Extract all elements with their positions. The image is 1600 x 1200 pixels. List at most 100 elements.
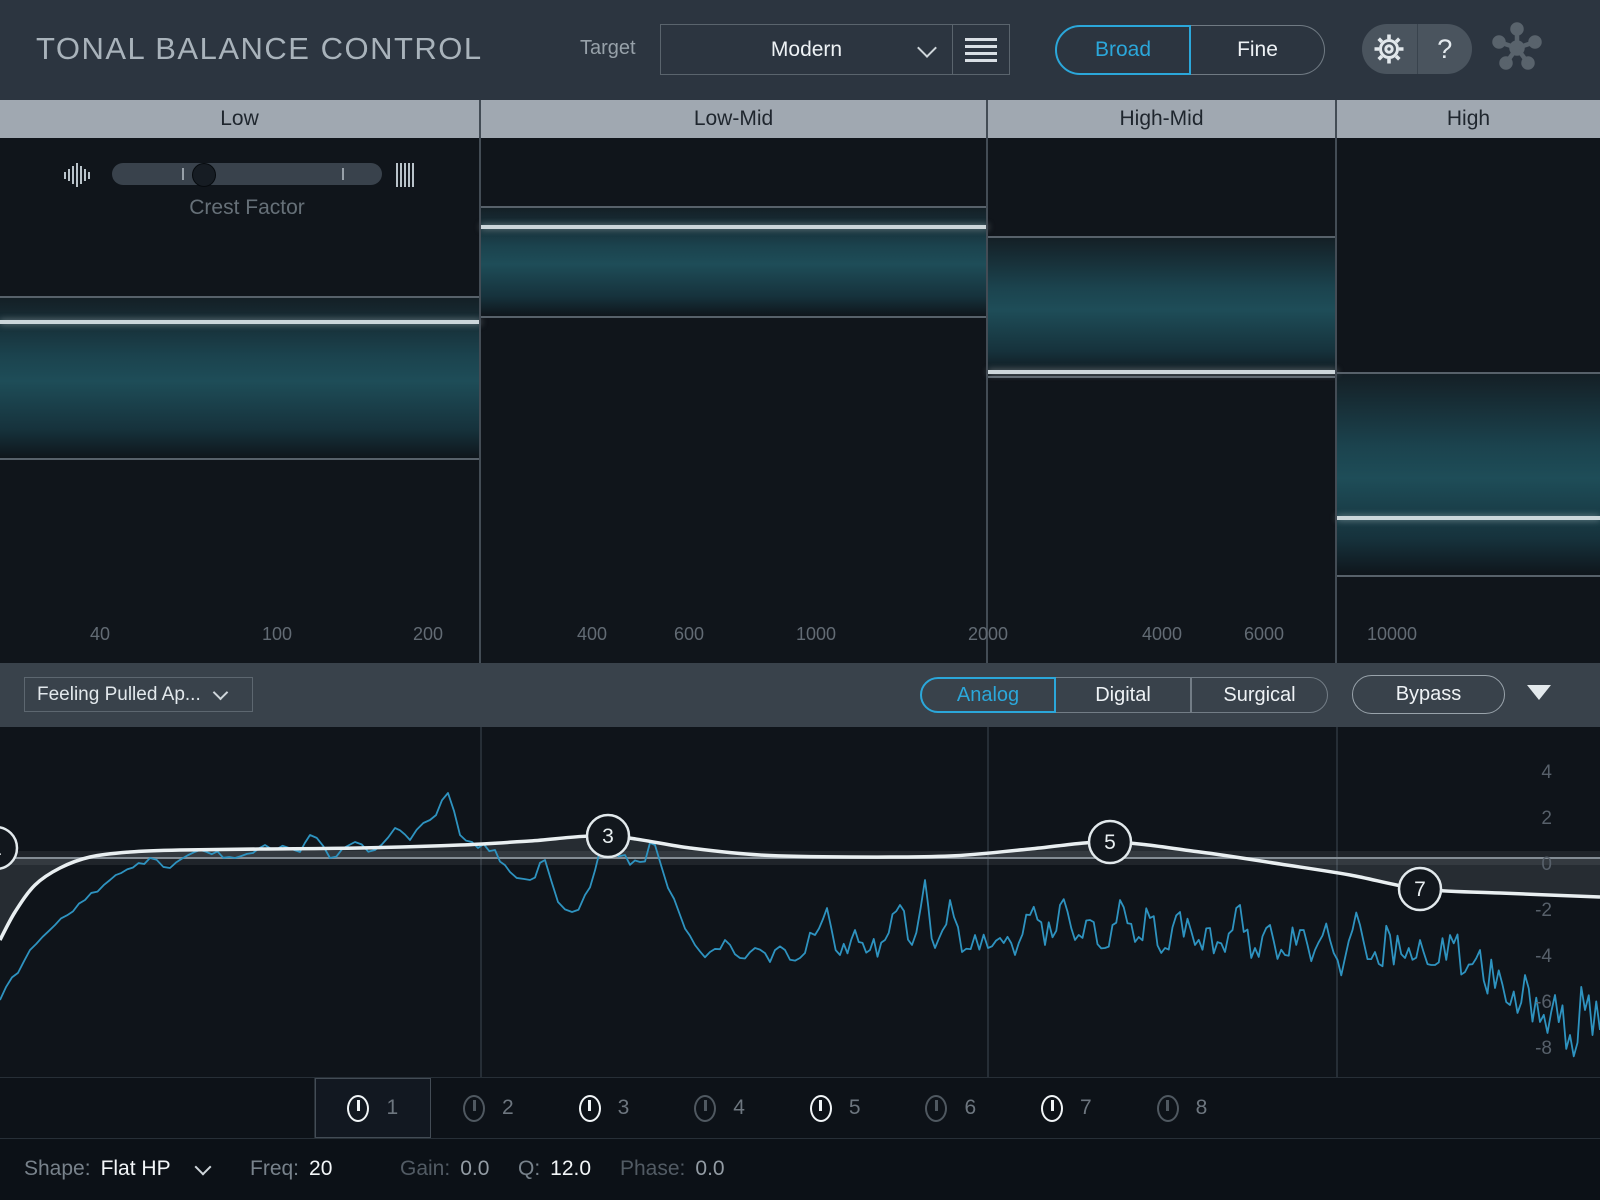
- dense-bars-icon: [396, 162, 414, 188]
- band-number: 8: [1196, 1096, 1208, 1120]
- band-number: 5: [849, 1096, 861, 1120]
- band-number: 3: [618, 1096, 630, 1120]
- db-axis-label: -2: [1535, 900, 1552, 921]
- power-icon[interactable]: [694, 1095, 716, 1122]
- help-button[interactable]: ?: [1418, 24, 1473, 74]
- eq-graph[interactable]: 420-2-4-6-81357: [0, 727, 1600, 1077]
- collapse-panel-icon[interactable]: [1527, 685, 1551, 700]
- crest-factor-label: Crest Factor: [112, 196, 382, 220]
- freq-tick-6000: 6000: [1244, 624, 1284, 645]
- db-axis-label: -8: [1535, 1038, 1552, 1059]
- eq-node-label: 7: [1414, 878, 1426, 901]
- shape-control[interactable]: Shape: Flat HP: [24, 1157, 209, 1181]
- db-axis-label: -6: [1535, 992, 1552, 1013]
- freq-tick-2000: 2000: [968, 624, 1008, 645]
- gain-value: 0.0: [460, 1157, 489, 1181]
- power-icon[interactable]: [1041, 1095, 1063, 1122]
- eq-toolbar: Feeling Pulled Ap... Analog Digital Surg…: [0, 663, 1600, 727]
- band-tab-7[interactable]: 7: [1009, 1078, 1125, 1138]
- chevron-down-icon: [194, 1159, 211, 1176]
- analyzer-trace: [0, 793, 1600, 1056]
- db-axis-label: -4: [1535, 946, 1552, 967]
- power-icon[interactable]: [463, 1095, 485, 1122]
- spectrum-level-low: [0, 320, 481, 324]
- freq-tick-100: 100: [262, 624, 292, 645]
- band-header-low-mid: Low-Mid: [481, 100, 988, 138]
- slider-tick: [182, 168, 184, 180]
- band-tab-2[interactable]: 2: [431, 1078, 547, 1138]
- band-number: 4: [733, 1096, 745, 1120]
- band-tab-1[interactable]: 1: [315, 1078, 431, 1138]
- gain-label: Gain:: [400, 1157, 450, 1181]
- eq-mode-toggle: Analog Digital Surgical: [920, 677, 1328, 713]
- phase-label: Phase:: [620, 1157, 685, 1181]
- power-icon[interactable]: [925, 1095, 947, 1122]
- spectrum-level-low-mid: [481, 225, 988, 229]
- freq-value: 20: [309, 1157, 332, 1181]
- waveform-icon: [64, 162, 90, 188]
- eq-preset-dropdown[interactable]: Feeling Pulled Ap...: [24, 677, 253, 712]
- freq-control[interactable]: Freq: 20: [250, 1157, 332, 1181]
- band-tab-4[interactable]: 4: [662, 1078, 778, 1138]
- gain-control[interactable]: Gain: 0.0: [400, 1157, 489, 1181]
- target-preset-value: Modern: [771, 38, 842, 62]
- eq-node-label: 1: [0, 837, 2, 860]
- freq-label: Freq:: [250, 1157, 299, 1181]
- band-header-high: High: [1337, 100, 1600, 138]
- band-separator: [986, 138, 988, 663]
- power-icon[interactable]: [1157, 1095, 1179, 1122]
- band-header-high-mid: High-Mid: [988, 100, 1337, 138]
- mode-surgical-button[interactable]: Surgical: [1191, 677, 1328, 713]
- freq-tick-600: 600: [674, 624, 704, 645]
- tonal-balance-display: 40100200400600100020004000600010000Crest…: [0, 138, 1600, 663]
- eq-node-label: 3: [602, 825, 614, 848]
- target-preset-dropdown[interactable]: Modern: [660, 24, 1010, 75]
- mode-digital-button[interactable]: Digital: [1056, 677, 1191, 713]
- preset-menu-button[interactable]: [953, 25, 1009, 74]
- gear-icon: [1372, 32, 1406, 66]
- bypass-button[interactable]: Bypass: [1352, 675, 1505, 714]
- power-icon[interactable]: [347, 1095, 369, 1122]
- q-label: Q:: [518, 1157, 540, 1181]
- power-icon[interactable]: [810, 1095, 832, 1122]
- target-preset-current[interactable]: Modern: [661, 25, 952, 74]
- band-tab-6[interactable]: 6: [893, 1078, 1009, 1138]
- db-axis-label: 4: [1541, 762, 1552, 783]
- band-number: 6: [964, 1096, 976, 1120]
- band-parameter-bar: Shape: Flat HP Freq: 20 Gain: 0.0 Q: 12.…: [0, 1139, 1600, 1200]
- band-number: 1: [386, 1096, 398, 1120]
- tonal-balance-control-window: TONAL BALANCE CONTROL Target Modern Broa…: [0, 0, 1600, 1200]
- view-toggle: Broad Fine: [1055, 25, 1325, 75]
- db-axis-label: 0: [1541, 854, 1552, 875]
- band-header-low: Low: [0, 100, 481, 138]
- app-title: TONAL BALANCE CONTROL: [36, 31, 483, 67]
- freq-tick-40: 40: [90, 624, 110, 645]
- band-selector-spacer: [0, 1078, 315, 1138]
- target-range-high-mid: [988, 236, 1337, 378]
- band-number: 7: [1080, 1096, 1092, 1120]
- chevron-down-icon: [917, 38, 937, 58]
- crest-factor-knob[interactable]: [192, 163, 216, 187]
- settings-button[interactable]: [1362, 24, 1417, 74]
- shape-value: Flat HP: [101, 1157, 171, 1181]
- fine-button[interactable]: Fine: [1191, 25, 1325, 75]
- eq-band-selector: 1 2 3 4 5 6 7 8: [0, 1077, 1600, 1139]
- shape-label: Shape:: [24, 1157, 91, 1181]
- db-axis-label: 2: [1541, 808, 1552, 829]
- freq-tick-1000: 1000: [796, 624, 836, 645]
- top-bar: TONAL BALANCE CONTROL Target Modern Broa…: [0, 0, 1600, 100]
- band-number: 2: [502, 1096, 514, 1120]
- band-tab-3[interactable]: 3: [546, 1078, 662, 1138]
- broad-button[interactable]: Broad: [1055, 25, 1191, 75]
- band-tab-5[interactable]: 5: [777, 1078, 893, 1138]
- q-control[interactable]: Q: 12.0: [518, 1157, 591, 1181]
- phase-control[interactable]: Phase: 0.0: [620, 1157, 725, 1181]
- izotope-logo-icon: [1488, 20, 1546, 81]
- freq-tick-10000: 10000: [1367, 624, 1417, 645]
- target-label: Target: [580, 37, 636, 60]
- band-tab-8[interactable]: 8: [1124, 1078, 1240, 1138]
- freq-tick-400: 400: [577, 624, 607, 645]
- mode-analog-button[interactable]: Analog: [920, 677, 1056, 713]
- freq-tick-200: 200: [413, 624, 443, 645]
- power-icon[interactable]: [579, 1095, 601, 1122]
